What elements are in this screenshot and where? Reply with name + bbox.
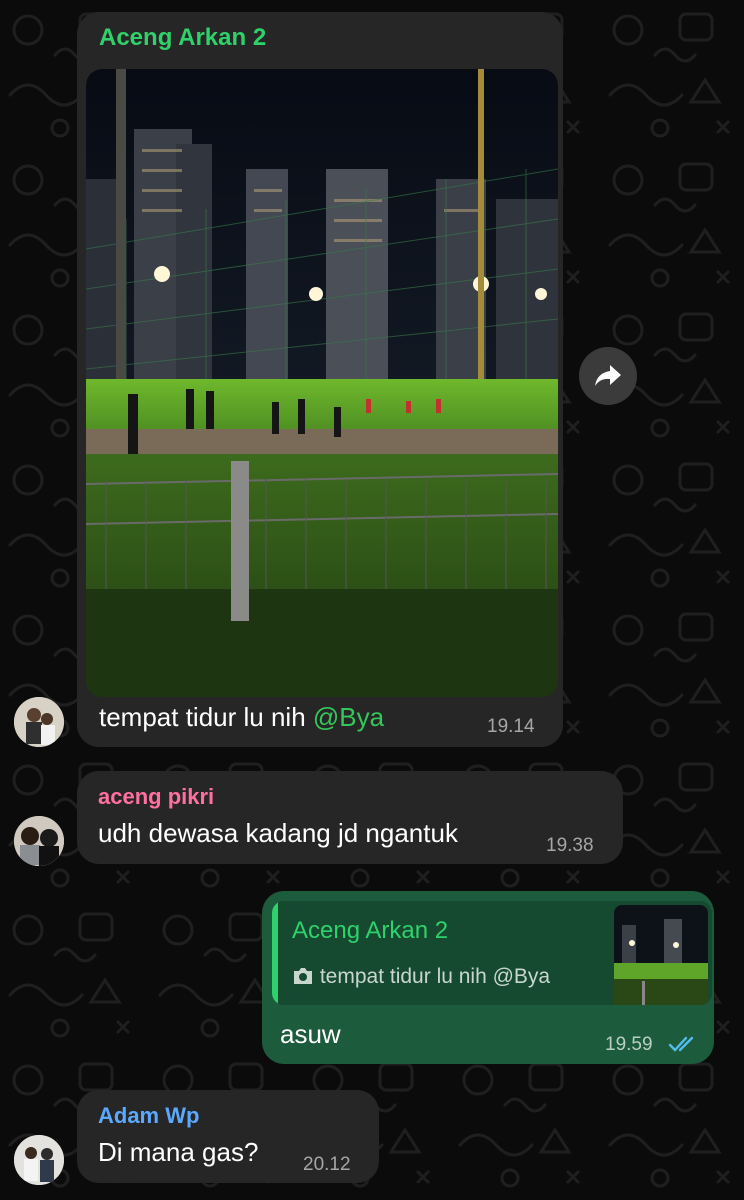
avatar-photo <box>14 697 64 747</box>
avatar-photo <box>14 816 64 866</box>
message-text: tempat tidur lu nih @Bya <box>99 702 385 732</box>
sender-name: aceng pikri <box>98 784 215 809</box>
avatar[interactable] <box>14 1135 64 1185</box>
sender-name: Adam Wp <box>98 1103 200 1128</box>
avatar[interactable] <box>14 697 64 747</box>
avatar-photo <box>14 1135 64 1185</box>
message-bubble-outgoing[interactable]: Aceng Arkan 2 tempat tidur lu nih @Bya a… <box>262 891 714 1064</box>
reply-quote[interactable]: Aceng Arkan 2 tempat tidur lu nih @Bya <box>272 901 712 1005</box>
forward-icon <box>595 365 621 386</box>
message-bubble-text[interactable]: Adam Wp Di mana gas? 20.12 <box>77 1090 379 1183</box>
forward-button[interactable] <box>579 347 637 405</box>
sender-name: Aceng Arkan 2 <box>99 24 267 51</box>
avatar[interactable] <box>14 816 64 866</box>
quote-bar <box>272 901 278 1005</box>
camera-icon <box>294 968 312 984</box>
photo-attachment[interactable] <box>86 69 558 697</box>
message-time: 20.12 <box>303 1154 351 1175</box>
message-text: asuw <box>280 1019 341 1049</box>
quote-mention: @Bya <box>492 965 551 988</box>
quote-text: tempat tidur lu nih @Bya <box>292 965 550 989</box>
message-bubble-text[interactable]: aceng pikri udh dewasa kadang jd ngantuk… <box>77 771 623 864</box>
message-text: udh dewasa kadang jd ngantuk <box>98 818 458 848</box>
message-time: 19.59 <box>605 1034 653 1055</box>
message-time: 19.14 <box>487 716 535 737</box>
message-bubble-photo[interactable]: Aceng Arkan 2 tempat tidur lu nih @Bya 1… <box>77 12 563 747</box>
message-text: Di mana gas? <box>98 1137 259 1167</box>
quote-sender: Aceng Arkan 2 <box>292 917 449 944</box>
double-check-icon <box>668 1036 694 1052</box>
mention-link[interactable]: @Bya <box>313 702 384 732</box>
quote-thumbnail <box>614 905 708 1005</box>
message-time: 19.38 <box>546 835 594 856</box>
